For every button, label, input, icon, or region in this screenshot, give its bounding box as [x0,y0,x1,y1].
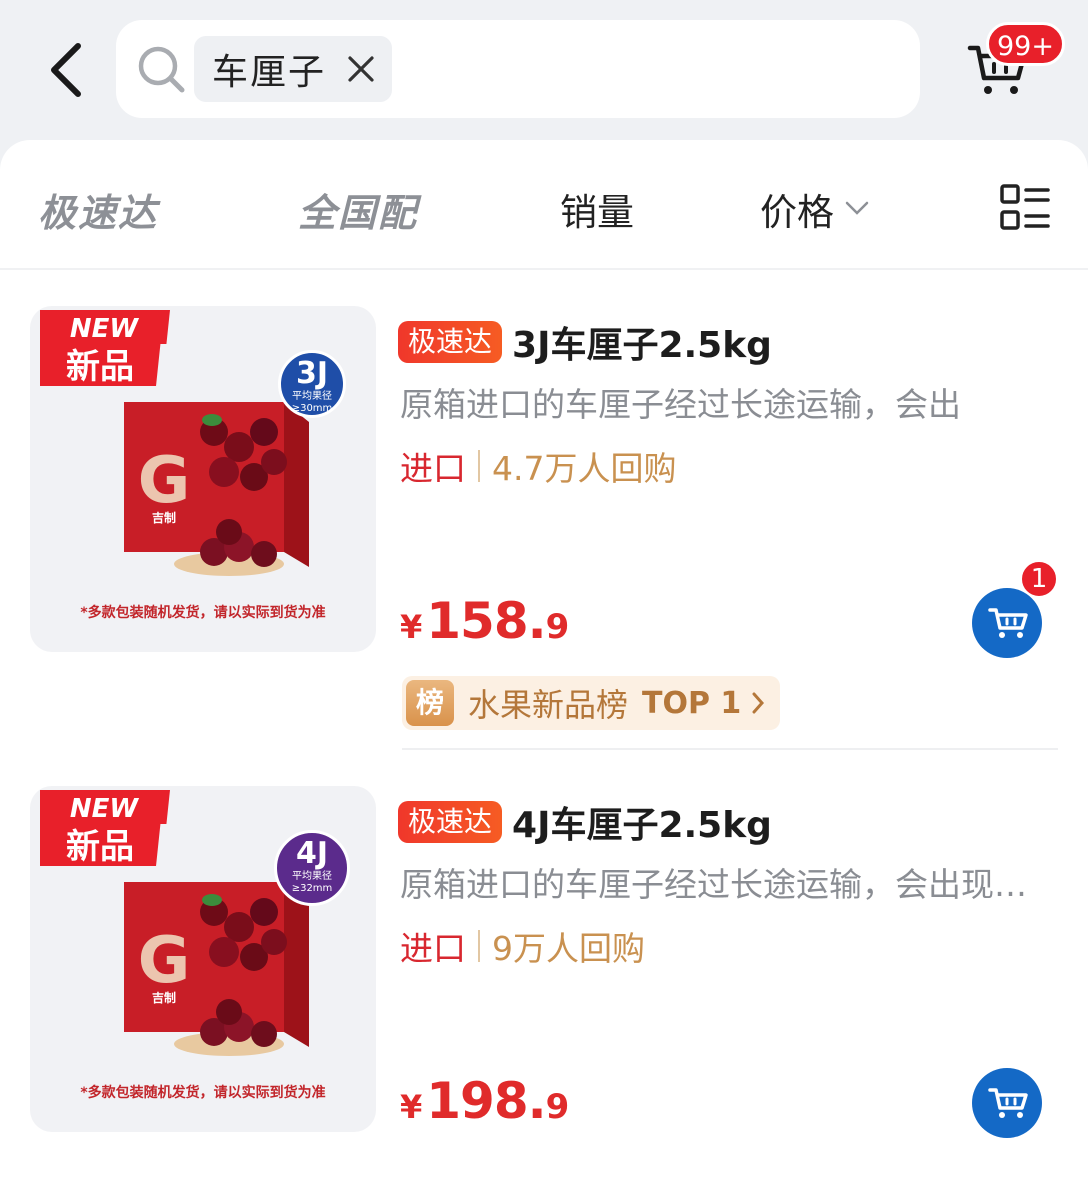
svg-text:NEW: NEW [70,794,140,824]
chevron-down-icon[interactable] [845,200,869,216]
add-to-cart-button[interactable] [972,1068,1042,1138]
sort-sales[interactable]: 销量 [560,182,634,236]
search-bar[interactable]: 车厘子 [116,20,920,118]
fast-delivery-tag: 极速达 [398,321,503,363]
title-row: 极速达 3J车厘子2.5kg [398,320,772,366]
title-row: 极速达 4J车厘子2.5kg [398,800,772,846]
search-icon [138,46,185,93]
packaging-note: *多款包装随机发货，请以实际到货为准 [80,605,326,621]
filter-tab-fast-delivery[interactable]: 极速达 [38,182,158,237]
product-title[interactable]: 3J车厘子2.5kg [512,316,772,368]
clear-icon[interactable] [346,54,376,84]
price-decimal: 9 [545,607,570,647]
cart-icon [988,608,1028,638]
origin-label: 进口 [400,449,466,488]
repurchase-count: 4.7万人回购 [492,449,677,488]
sort-price[interactable]: 价格 [760,182,834,236]
meta-row: 进口 4.7万人回购 [400,442,676,490]
add-to-cart-button[interactable] [972,588,1042,658]
ranking-position: TOP 1 [642,685,742,721]
product-info[interactable]: 极速达 3J车厘子2.5kg 原箱进口的车厘子经过长途运输，会出 进口 4.7万… [398,306,1058,730]
price-decimal: 9 [545,1087,570,1127]
product-description: 原箱进口的车厘子经过长途运输，会出 [400,385,961,424]
search-query-text: 车厘子 [212,52,327,93]
back-button[interactable] [40,36,100,104]
cherry-box-illustration: G 吉制 [104,392,334,582]
product-image[interactable]: NEW 新品 G 吉制 [30,306,376,652]
product-card[interactable]: NEW 新品 G 吉制 [0,306,1088,746]
cart-count-badge: 99+ [986,22,1065,66]
meta-divider [478,930,480,962]
new-product-badge: NEW 新品 [40,310,170,386]
size-spec-badge: 3J 平均果径 ≥30mm [278,350,346,418]
chevron-right-icon [752,692,765,714]
row-divider [402,748,1058,750]
chevron-left-icon [51,43,81,97]
list-layout-icon[interactable] [1000,184,1050,230]
filter-tab-nationwide[interactable]: 全国配 [298,182,418,237]
search-query-chip[interactable]: 车厘子 [194,36,392,102]
currency-symbol: ¥ [400,1088,423,1126]
top-bar: 车厘子 99+ [0,0,1088,140]
product-price: ¥ 158. 9 [400,592,569,650]
product-card[interactable]: NEW 新品 G 吉制 [0,786,1088,1146]
size-spec-badge: 4J 平均果径 ≥32mm [274,830,350,906]
product-info[interactable]: 极速达 4J车厘子2.5kg 原箱进口的车厘子经过长途运输，会出现一些情况请谅解… [398,786,1058,1138]
svg-text:新品: 新品 [66,347,134,386]
results-panel: 极速达 全国配 销量 价格 NEW 新品 G 吉制 3J 平均果径 ≥30mm … [0,140,1088,1200]
ranking-label: 水果新品榜 [468,686,629,724]
meta-divider [478,450,480,482]
product-price: ¥ 198. 9 [400,1072,569,1130]
svg-text:NEW: NEW [70,314,140,344]
product-description: 原箱进口的车厘子经过长途运输，会出现一些情况请谅解 [400,865,1030,904]
price-integer: 198. [426,1072,546,1130]
svg-text:新品: 新品 [66,827,134,866]
meta-row: 进口 9万人回购 [400,922,645,970]
svg-text:吉制: 吉制 [152,990,176,1005]
repurchase-count: 9万人回购 [492,929,645,968]
currency-symbol: ¥ [400,608,423,646]
fast-delivery-tag: 极速达 [398,801,503,843]
cart-item-count-badge: 1 [1020,560,1058,598]
origin-label: 进口 [400,929,466,968]
svg-text:G: G [138,924,191,998]
packaging-note: *多款包装随机发货，请以实际到货为准 [80,1085,326,1101]
svg-text:吉制: 吉制 [152,510,176,525]
svg-text:G: G [138,444,191,518]
price-integer: 158. [426,592,546,650]
ranking-icon: 榜 [406,680,454,726]
product-image[interactable]: NEW 新品 G 吉制 [30,786,376,1132]
product-title[interactable]: 4J车厘子2.5kg [512,796,772,848]
new-product-badge: NEW 新品 [40,790,170,866]
filter-bar: 极速达 全国配 销量 价格 [0,140,1088,270]
ranking-chip[interactable]: 榜 水果新品榜 TOP 1 [402,676,780,730]
cart-icon [988,1088,1028,1118]
